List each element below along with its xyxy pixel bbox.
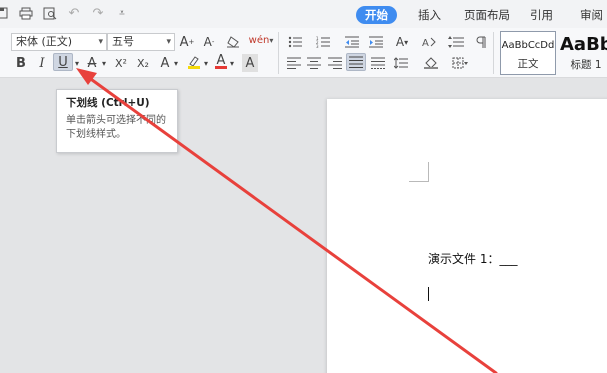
grow-font-button[interactable]: A + <box>179 33 195 51</box>
shrink-font-label: A <box>203 35 212 49</box>
tooltip-title: 下划线 (Ctrl+U) <box>66 97 150 109</box>
text-direction-icon[interactable]: A ▾ <box>391 33 413 51</box>
numbered-list-icon[interactable]: 123 <box>313 33 333 51</box>
phonetic-label: wén <box>248 34 270 46</box>
align-left-icon[interactable] <box>285 54 303 72</box>
font-size-value: 五号 <box>112 35 134 48</box>
font-size-select[interactable]: 五号 ▾ <box>107 33 175 51</box>
tab-home[interactable]: 开始 <box>356 6 397 24</box>
document-page[interactable]: 演示文件 1：___ <box>327 99 607 373</box>
tab-review[interactable]: 审阅 <box>580 6 603 24</box>
align-center-icon[interactable] <box>305 54 323 72</box>
font-color-glyph: A <box>216 53 226 68</box>
chinese-layout-icon[interactable]: A <box>421 33 437 51</box>
font-name-select[interactable]: 宋体 (正文) ▾ <box>11 33 107 51</box>
line-spacing-icon[interactable] <box>445 33 467 51</box>
svg-text:A: A <box>422 38 429 48</box>
underline-dropdown-icon[interactable]: ▾ <box>73 54 81 72</box>
clear-format-icon[interactable] <box>224 33 242 51</box>
tooltip-description: 单击箭头可选择不同的下划线样式。 <box>66 115 166 140</box>
text-cursor <box>428 287 429 301</box>
strikethrough-dropdown-icon[interactable]: ▾ <box>100 54 108 72</box>
chevron-down-icon: ▾ <box>98 37 103 47</box>
grow-font-label: A <box>179 34 189 50</box>
show-formatting-marks-icon[interactable] <box>473 33 489 51</box>
font-color-dropdown-icon[interactable]: ▾ <box>228 54 236 72</box>
align-right-icon[interactable] <box>326 54 344 72</box>
style-heading-1[interactable]: AaBb 标题 1 <box>558 31 607 75</box>
underline-tooltip: 下划线 (Ctrl+U) 单击箭头可选择不同的下划线样式。 <box>56 89 178 153</box>
svg-text:3: 3 <box>316 44 319 48</box>
style-normal-sample: AaBbCcDd <box>501 40 555 51</box>
undo-icon[interactable]: ↶ <box>66 5 82 21</box>
bold-button[interactable]: B <box>14 54 28 72</box>
paragraph-spacing-icon[interactable] <box>391 54 413 72</box>
text-effects-button[interactable]: A <box>158 54 172 72</box>
font-name-value: 宋体 (正文) <box>16 35 73 48</box>
justify-icon[interactable] <box>346 53 366 71</box>
ribbon-separator <box>278 32 279 74</box>
chevron-down-icon: ▾ <box>166 37 171 47</box>
bullet-list-icon[interactable] <box>285 33 305 51</box>
save-icon[interactable] <box>0 5 10 21</box>
underline-button[interactable]: U <box>53 53 73 71</box>
tab-page-layout[interactable]: 页面布局 <box>464 6 510 24</box>
document-text[interactable]: 演示文件 1：___ <box>428 250 517 267</box>
style-normal[interactable]: AaBbCcDd 正文 <box>500 31 556 75</box>
style-heading-1-label: 标题 1 <box>570 59 602 71</box>
superscript-button[interactable]: X² <box>112 54 130 72</box>
margin-corner-mark <box>409 162 429 182</box>
decrease-indent-icon[interactable] <box>343 33 361 51</box>
ribbon-home: 宋体 (正文) ▾ 五号 ▾ A + A- wén ▾ B I U ▾ A ▾ X²… <box>0 28 607 78</box>
quick-access-toolbar: ↶ ↷ ⩡ <box>0 5 130 21</box>
shrink-font-button[interactable]: A- <box>201 33 217 51</box>
highlight-dropdown-icon[interactable]: ▾ <box>202 54 210 72</box>
distributed-align-icon[interactable] <box>369 54 387 72</box>
title-bar: ↶ ↷ ⩡ 开始 插入 页面布局 引用 审阅 <box>0 0 607 28</box>
font-color-button[interactable]: A <box>214 53 228 71</box>
shading-icon[interactable] <box>421 54 443 72</box>
increase-indent-icon[interactable] <box>367 33 385 51</box>
italic-button[interactable]: I <box>35 54 49 72</box>
print-preview-icon[interactable] <box>42 5 58 21</box>
font-color-swatch <box>215 66 227 69</box>
phonetic-guide-button[interactable]: wén ▾ <box>248 31 274 49</box>
character-shading-button[interactable]: A <box>242 54 258 72</box>
customize-toolbar-icon[interactable]: ⩡ <box>114 5 130 21</box>
style-normal-label: 正文 <box>517 58 539 70</box>
borders-icon[interactable] <box>449 54 471 72</box>
print-icon[interactable] <box>18 5 34 21</box>
tab-references[interactable]: 引用 <box>530 6 553 24</box>
text-effects-dropdown-icon[interactable]: ▾ <box>172 54 180 72</box>
subscript-button[interactable]: X₂ <box>134 54 152 72</box>
redo-icon[interactable]: ↷ <box>90 5 106 21</box>
strikethrough-button[interactable]: A <box>84 54 100 72</box>
style-heading-1-sample: AaBb <box>560 34 607 55</box>
tab-insert[interactable]: 插入 <box>418 6 441 24</box>
highlight-color-icon[interactable] <box>186 53 202 71</box>
ribbon-separator <box>493 32 494 74</box>
